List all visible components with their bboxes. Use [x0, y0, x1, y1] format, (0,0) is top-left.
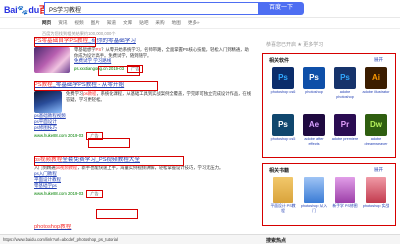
book-cover [335, 177, 355, 203]
dreamweaver-icon: Dw [365, 114, 387, 136]
search-result-3: ps视频教程全套免费学习_PS视频教程大全 入门到精通ps视频教程，新手也能快速… [34, 157, 252, 198]
ad-label[interactable]: 广告 [86, 189, 103, 198]
tab-tieba[interactable]: 贴吧 [139, 20, 148, 28]
book-label: photoshop 从入门 [300, 204, 328, 213]
result-description: 零基础想学PS？从零开始系统学习，名师带路，全面掌握PS核心技能，轻松入门到精通… [74, 47, 249, 58]
tab-video[interactable]: 视频 [74, 20, 83, 28]
expand-link[interactable]: 展开 [374, 57, 383, 63]
book-label: 平面设计 PS教程 [270, 204, 296, 213]
tab-more[interactable]: 更多» [188, 20, 200, 28]
ad-label[interactable]: 广告 [86, 132, 103, 140]
result-description: 入门到精通ps视频教程，新手也能快速上手，海量实例视频讲解，轻松掌握设计技巧，学… [34, 165, 224, 170]
related-software-card: 相关软件 展开 Ps photoshop cs6 Ps photoshop Ps… [262, 53, 396, 158]
app-label: adobe dreamweaver [364, 137, 388, 146]
result-url: www.huke88.com 2019-03 广告 [34, 189, 252, 198]
tab-map[interactable]: 地图 [172, 20, 181, 28]
book-item[interactable]: 新手学 PS修图 [331, 177, 359, 209]
app-label: adobe illustrator [362, 90, 390, 94]
book-label: 新手学 PS修图 [332, 204, 358, 208]
illustrator-icon: Ai [365, 67, 387, 89]
search-tabs: 网页 资讯 视频 图片 知道 文库 贴吧 采购 地图 更多» [42, 20, 200, 28]
top-bar: Bai🐾du百度 PS学习教程 百度一下 [0, 0, 400, 18]
card-title: 相关书籍 [269, 168, 290, 174]
ad-highlight-box [96, 209, 138, 219]
app-item[interactable]: Dw adobe dreamweaver [362, 114, 390, 146]
tab-caigou[interactable]: 采购 [155, 20, 164, 28]
app-item[interactable]: Pr adobe premiere [331, 114, 359, 142]
book-item[interactable]: photoshop 从入门 [300, 177, 328, 213]
ad-label[interactable]: 广告 [127, 65, 144, 73]
book-item[interactable]: photoshop 实战 [362, 177, 390, 209]
result-title[interactable]: photoshop教程 [34, 224, 252, 231]
tab-divider [0, 28, 400, 29]
related-books-card: 相关书籍 展开 平面设计 PS教程 photoshop 从入门 新手学 PS修图… [262, 163, 396, 226]
app-label: photoshop cs6 [270, 90, 296, 94]
app-item[interactable]: Ae adobe after effects [300, 114, 328, 146]
app-label: photoshop cs5 [270, 137, 296, 141]
result-title[interactable]: PS零基础自学PS教程_有你的零基础学习 [34, 38, 252, 45]
logo-paw-icon: 🐾 [17, 5, 29, 15]
after-effects-icon: Ae [303, 114, 325, 136]
app-label: adobe premiere [331, 137, 359, 141]
result-description: 免费学习ps教程，系统化课程，从基础工具到实战案例全覆盖，学完即可独立完成设计作… [66, 91, 252, 102]
result-sublink[interactable]: 免费试学 学习路线 [74, 58, 252, 64]
logo-prefix: Bai [4, 5, 18, 15]
result-title[interactable]: PS教程_零基础学PS教程 - 从零开始 [34, 82, 252, 89]
search-button[interactable]: 百度一下 [258, 2, 304, 15]
photoshop-icon: Ps [272, 114, 294, 136]
expand-link[interactable]: 展开 [374, 167, 383, 173]
app-item[interactable]: Ps photoshop [300, 67, 328, 95]
app-label: adobe after effects [304, 137, 324, 146]
app-item[interactable]: Ps photoshop cs5 [269, 114, 297, 142]
photoshop-icon: Ps [272, 67, 294, 89]
result-thumbnail[interactable] [34, 91, 62, 113]
tab-zhidao[interactable]: 知道 [107, 20, 116, 28]
premiere-icon: Pr [334, 114, 356, 136]
result-sublink[interactable]: 零基础学ps [34, 183, 252, 189]
result-thumbnail[interactable] [34, 47, 70, 73]
app-label: photoshop [305, 90, 323, 94]
book-cover [304, 177, 324, 203]
tab-web[interactable]: 网页 [42, 20, 51, 28]
logo-mid: du [28, 5, 40, 15]
status-bar: https://www.baidu.com/link?url=abcdef_ph… [0, 234, 400, 244]
search-result-4: photoshop教程 [34, 224, 252, 231]
hot-search-title: 搜索热点 [266, 238, 287, 244]
tab-images[interactable]: 图片 [91, 20, 100, 28]
book-item[interactable]: 平面设计 PS教程 [269, 177, 297, 213]
app-item[interactable]: Ps photoshop cs6 [269, 67, 297, 95]
search-result-1: PS零基础自学PS教程_有你的零基础学习 零基础想学PS？从零开始系统学习，名师… [34, 38, 252, 73]
book-cover [273, 177, 293, 203]
result-title[interactable]: ps视频教程全套免费学习_PS视频教程大全 [34, 157, 252, 164]
app-item[interactable]: Ps adobe photoshop [331, 67, 359, 99]
book-label: photoshop 实战 [362, 204, 390, 208]
tab-wenku[interactable]: 文库 [123, 20, 132, 28]
photoshop-icon: Ps [334, 67, 356, 89]
sidebar-notice: 恭喜您已开启 ★ 更多学习 [266, 42, 324, 48]
result-count: 百度为您找到相关结果约100,000,000个 [42, 31, 116, 36]
photoshop-icon: Ps [303, 67, 325, 89]
app-item[interactable]: Ai adobe illustrator [362, 67, 390, 95]
card-title: 相关软件 [269, 58, 290, 64]
search-input[interactable]: PS学习教程 [44, 2, 258, 15]
result-sublink[interactable]: ps修图技巧 [34, 125, 252, 131]
search-result-2: PS教程_零基础学PS教程 - 从零开始 免费学习ps教程，系统化课程，从基础工… [34, 82, 252, 140]
app-label: adobe photoshop [336, 90, 354, 99]
result-url: www.huke88.com 2019-03 广告 [34, 132, 252, 140]
book-cover [366, 177, 386, 203]
result-url: ps.xxxtiangong.cn 2019-03 广告 [74, 65, 252, 73]
tab-news[interactable]: 资讯 [58, 20, 67, 28]
